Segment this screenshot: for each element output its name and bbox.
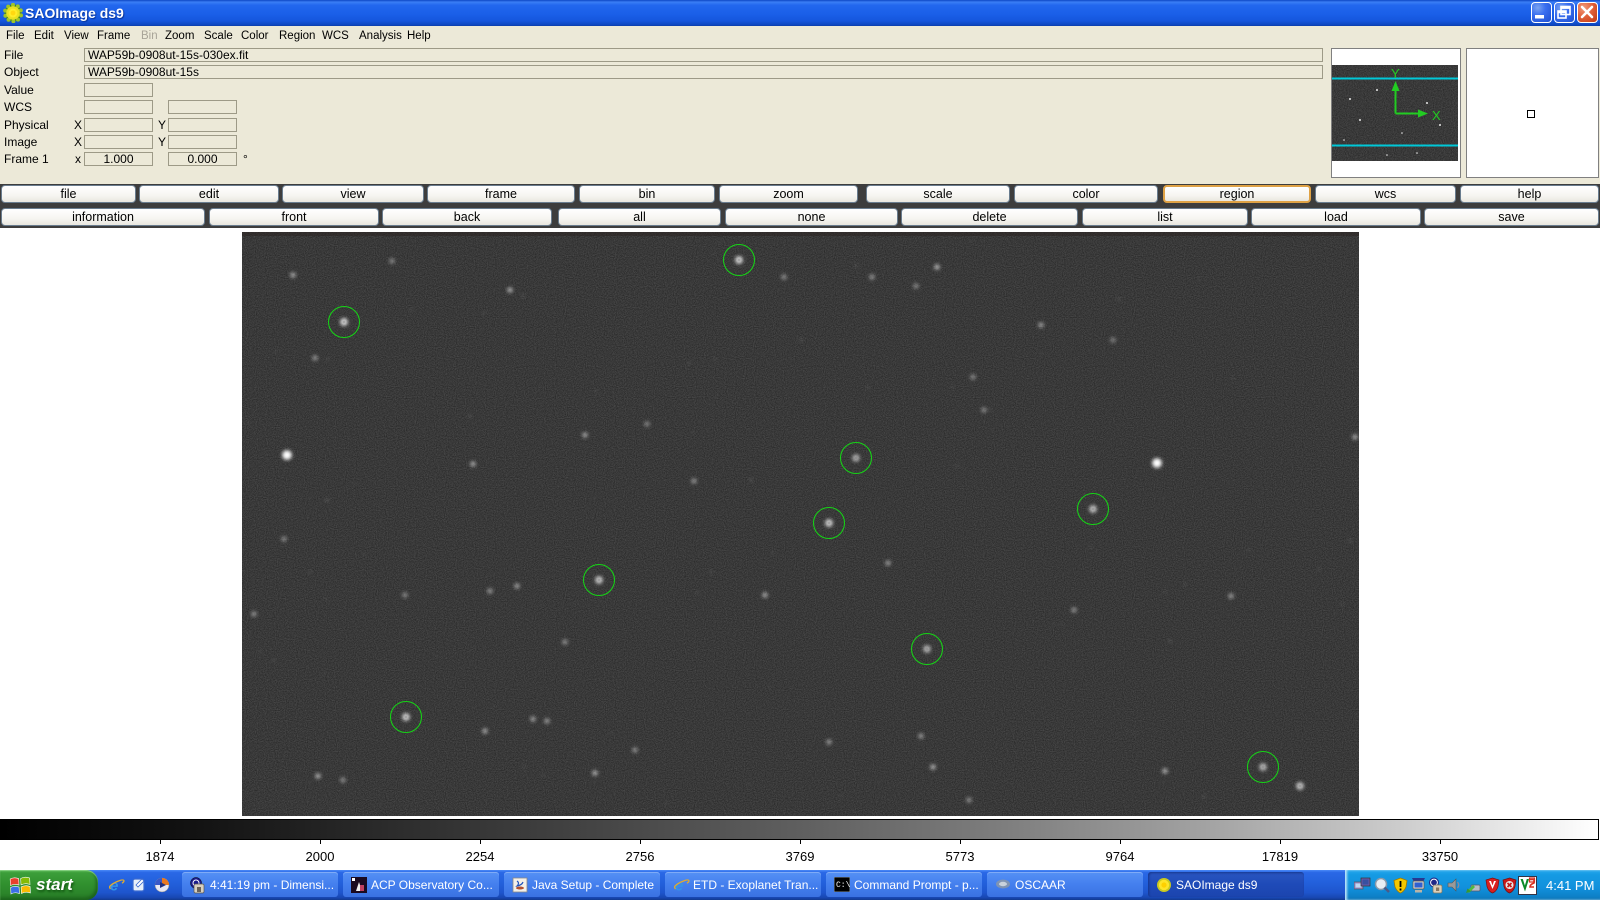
svg-text:Y: Y <box>1391 66 1400 81</box>
svg-text:C:\: C:\ <box>836 881 850 890</box>
svg-text:e: e <box>675 878 683 895</box>
svg-text:X: X <box>1432 108 1441 123</box>
svg-text:e: e <box>110 878 118 895</box>
